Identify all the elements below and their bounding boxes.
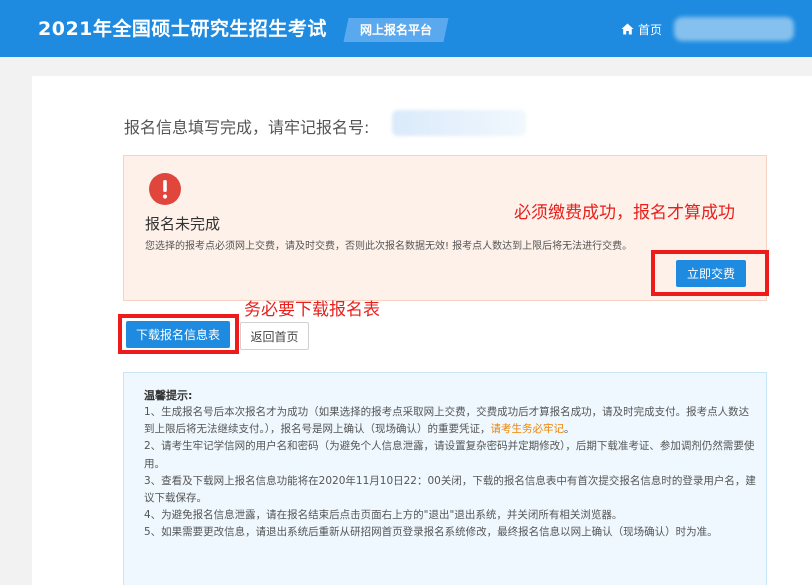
user-name-redacted [674,17,794,41]
tips-title: 温馨提示: [144,389,193,402]
tip-item-1-end: 。 [564,423,575,436]
download-form-button[interactable]: 下载报名信息表 [126,321,230,348]
tips-list: 1、生成报名号后本次报名才为成功（如果选择的报考点采取网上交费，交费成功后才算报… [144,404,756,542]
annotation-must-pay: 必须缴费成功，报名才算成功 [514,203,735,223]
exclamation-circle-icon [149,173,181,205]
tip-item-5: 5、如果需要更改信息，请退出系统后重新从研招网首页登录报名系统修改，最终报名信息… [144,526,718,539]
platform-badge: 网上报名平台 [343,18,449,42]
tip-item-1: 1、生成报名号后本次报名才为成功（如果选择的报考点采取网上交费，交费成功后才算报… [144,404,756,438]
alert-title: 报名未完成 [145,215,221,233]
home-link[interactable]: 首页 [621,20,662,38]
home-icon [621,23,634,35]
tip-highlight: 请考生务必牢记 [490,423,565,436]
pay-now-button[interactable]: 立即交费 [676,260,746,287]
tip-item-2: 2、请考生牢记学信网的用户名和密码（为避免个人信息泄露，请设置复杂密码并定期修改… [144,440,755,470]
top-navbar: 2021年全国硕士研究生招生考试 网上报名平台 首页 [0,0,812,57]
platform-badge-label: 网上报名平台 [360,23,433,37]
home-link-label: 首页 [638,22,663,37]
registration-headline: 报名信息填写完成，请牢记报名号: [124,118,370,137]
annotation-must-download: 务必要下载报名表 [244,300,380,320]
tip-item-4: 4、为避免报名信息泄露，请在报名结束后点击页面右上方的"退出"退出系统，并关闭所… [144,509,623,522]
alert-description: 您选择的报考点必须网上交费，请及时交费，否则此次报名数据无效! 报考点人数达到上… [145,241,633,252]
tip-item-3: 3、查看及下载网上报名信息功能将在2020年11月10日22：00关闭，下载的报… [144,474,756,505]
site-title: 2021年全国硕士研究生招生考试 [38,18,327,40]
back-home-button[interactable]: 返回首页 [240,322,309,350]
tip-item-1-text: 1、生成报名号后本次报名才为成功（如果选择的报考点采取网上交费，交费成功后才算报… [144,406,750,436]
registration-number-redacted [392,110,526,136]
